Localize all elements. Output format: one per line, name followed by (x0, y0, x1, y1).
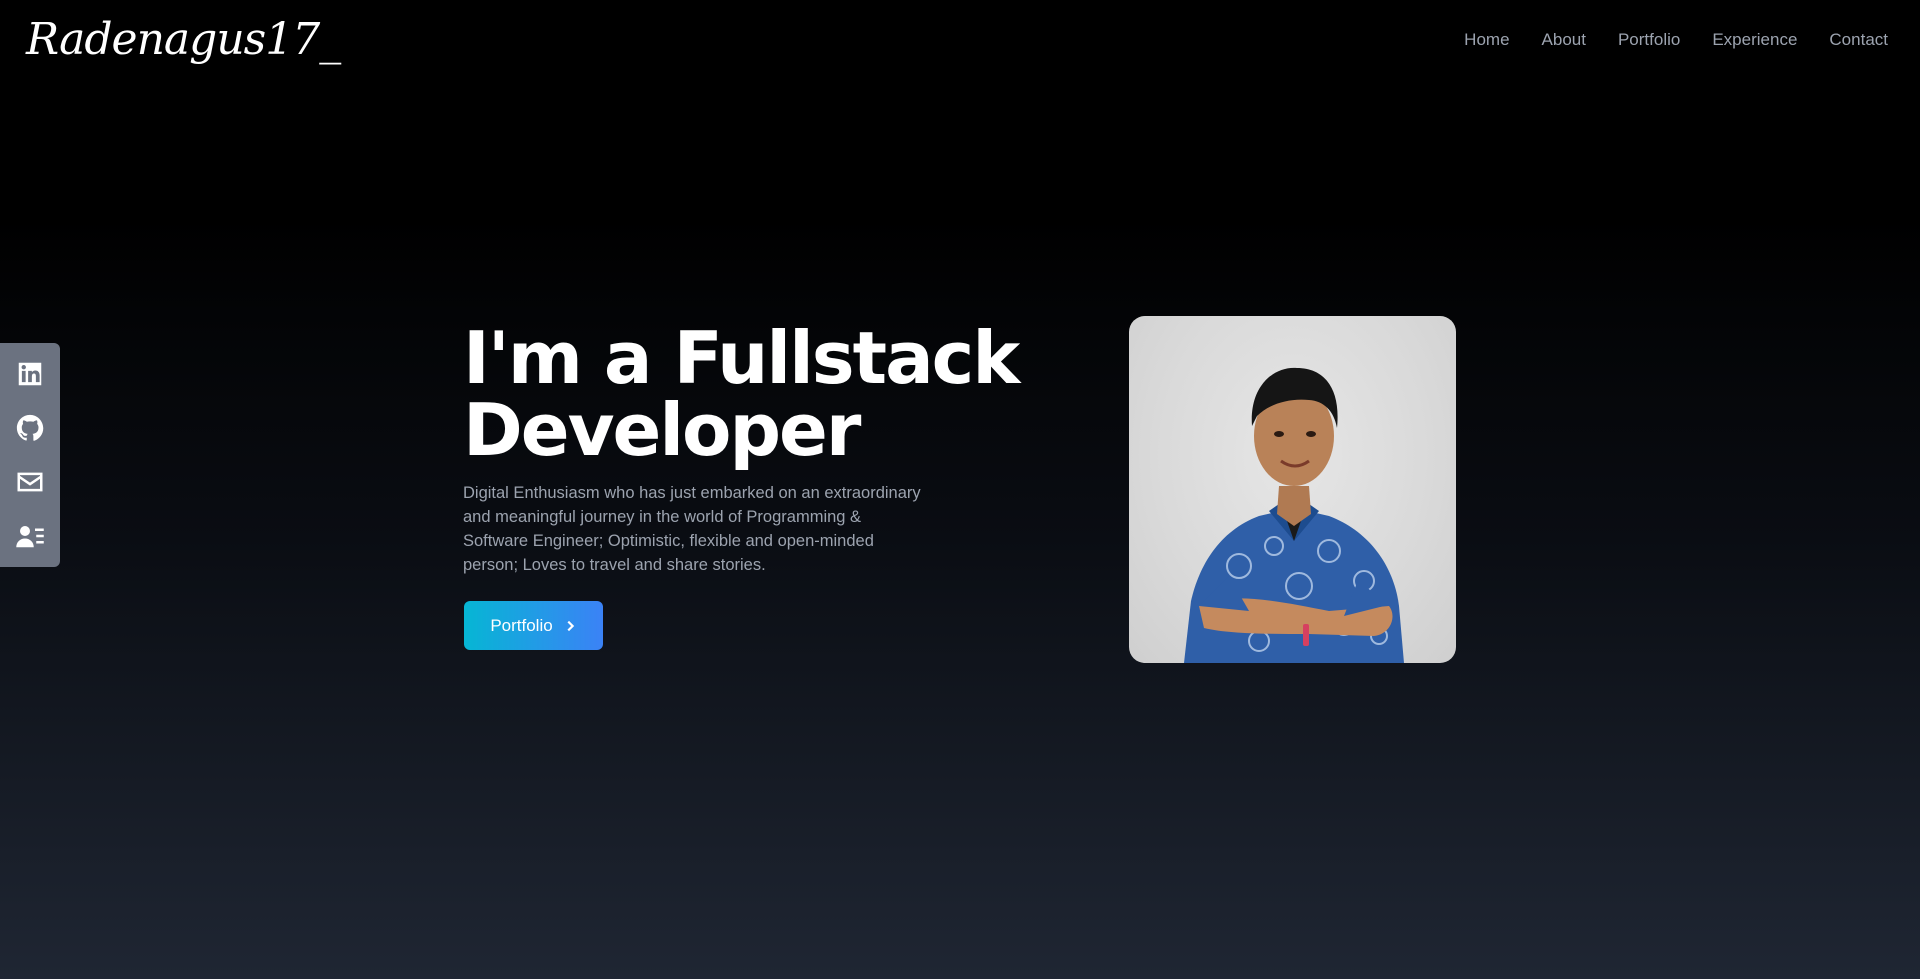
main-nav: Home About Portfolio Experience Contact (1464, 26, 1888, 54)
nav-experience[interactable]: Experience (1712, 26, 1797, 54)
nav-about[interactable]: About (1542, 26, 1586, 54)
resume-link[interactable] (13, 519, 47, 553)
github-link[interactable] (13, 411, 47, 445)
hero-description: Digital Enthusiasm who has just embarked… (463, 484, 921, 574)
hero-title: I'm a Fullstack Developer (463, 316, 1020, 472)
mail-icon (17, 472, 43, 492)
nav-home[interactable]: Home (1464, 26, 1509, 54)
nav-contact[interactable]: Contact (1829, 26, 1888, 54)
profile-photo (1129, 316, 1456, 663)
site-logo[interactable]: Radenagus17_ (26, 10, 341, 70)
portfolio-button[interactable]: Portfolio (464, 601, 603, 650)
linkedin-icon (18, 362, 42, 386)
profile-photo-illustration (1184, 367, 1404, 663)
mail-link[interactable] (13, 465, 47, 499)
chevron-right-icon (567, 620, 574, 631)
github-icon (16, 414, 44, 441)
portfolio-button-label: Portfolio (490, 615, 553, 635)
nav-portfolio[interactable]: Portfolio (1618, 26, 1680, 54)
resume-icon (16, 526, 44, 548)
social-links-bar (0, 343, 60, 567)
linkedin-link[interactable] (13, 357, 47, 391)
